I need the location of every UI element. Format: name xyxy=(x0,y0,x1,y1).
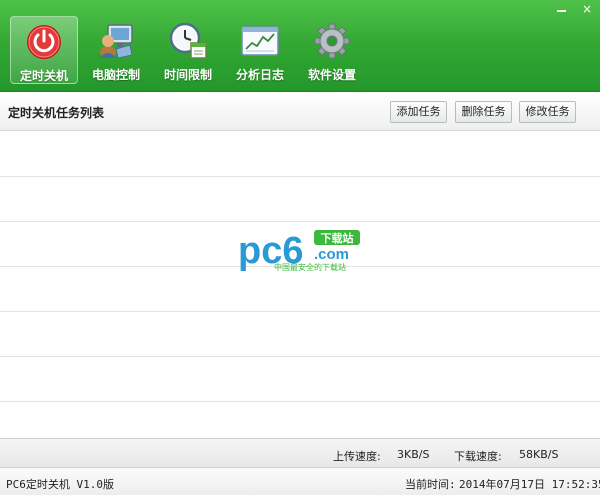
toolbar-item-time-limit[interactable]: 时间限制 xyxy=(154,16,222,84)
clock-calendar-icon xyxy=(169,22,207,59)
gear-icon xyxy=(314,23,350,59)
app-version: PC6定时关机 V1.0版 xyxy=(6,478,114,491)
list-row-divider xyxy=(0,176,600,177)
delete-task-button[interactable]: 删除任务 xyxy=(455,101,512,123)
computer-control-icon xyxy=(100,24,133,59)
list-row-divider xyxy=(0,401,600,402)
power-icon xyxy=(27,25,61,59)
download-speed-value: 58KB/S xyxy=(519,448,559,461)
main-toolbar: × 定时关机 电脑控制 时间限制 分析日志 软件设置 xyxy=(0,0,600,92)
toolbar-item-analyze-log[interactable]: 分析日志 xyxy=(226,16,294,84)
current-time-value: 2014年07月17日 17:52:35 xyxy=(459,478,600,491)
logo-tagline: 中国最安全的下载站 xyxy=(274,262,346,272)
log-chart-icon xyxy=(241,26,279,56)
page-title: 定时关机任务列表 xyxy=(8,106,105,120)
edit-task-button[interactable]: 修改任务 xyxy=(519,101,576,123)
speed-bar: 上传速度: 3KB/S 下载速度: 58KB/S xyxy=(0,438,600,468)
toolbar-item-shutdown[interactable]: 定时关机 xyxy=(10,16,78,84)
toolbar-item-settings[interactable]: 软件设置 xyxy=(298,16,366,84)
list-row-divider xyxy=(0,356,600,357)
toolbar-item-computer-control[interactable]: 电脑控制 xyxy=(82,16,150,84)
toolbar-item-label: 定时关机 xyxy=(19,69,68,83)
close-icon[interactable]: × xyxy=(580,3,594,15)
status-bar: PC6定时关机 V1.0版 当前时间: 2014年07月17日 17:52:35 xyxy=(0,468,600,495)
task-list[interactable] xyxy=(0,132,600,438)
list-row-divider xyxy=(0,221,600,222)
pc6-watermark-logo: pc6 下载站 .com 中国最安全的下载站 xyxy=(238,230,360,272)
upload-speed-value: 3KB/S xyxy=(397,448,430,461)
add-task-button[interactable]: 添加任务 xyxy=(390,101,447,123)
upload-speed-label: 上传速度: xyxy=(333,450,381,463)
toolbar-item-label: 分析日志 xyxy=(235,68,284,82)
task-list-header: 定时关机任务列表 添加任务 删除任务 修改任务 xyxy=(0,93,600,131)
download-speed-label: 下载速度: xyxy=(454,450,502,463)
toolbar-item-label: 软件设置 xyxy=(307,68,356,82)
logo-domain-text: .com xyxy=(314,246,349,263)
minimize-icon[interactable] xyxy=(554,3,568,15)
list-row-divider xyxy=(0,311,600,312)
toolbar-item-label: 时间限制 xyxy=(163,68,212,82)
toolbar-item-label: 电脑控制 xyxy=(91,68,140,82)
logo-badge-text: 下载站 xyxy=(321,231,354,245)
current-time-label: 当前时间: xyxy=(405,478,456,491)
window-controls: × xyxy=(554,3,594,15)
